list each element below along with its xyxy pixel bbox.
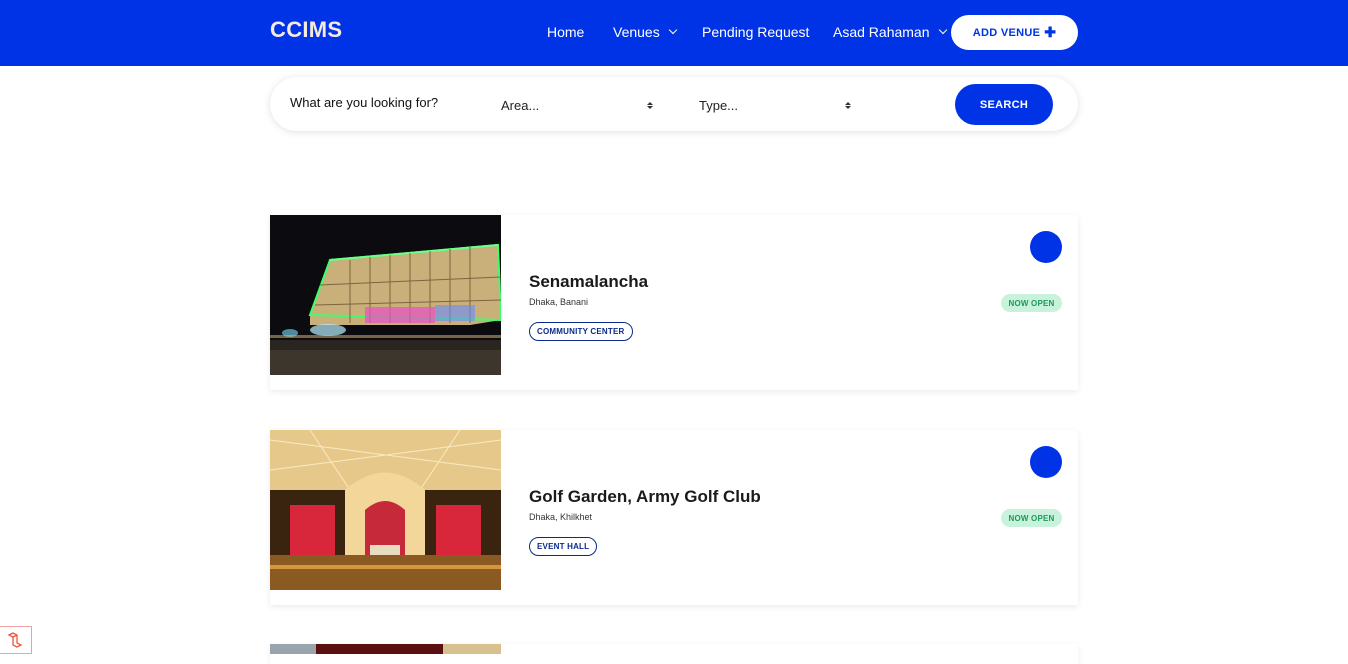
area-select[interactable]: Area... [501, 98, 653, 113]
status-badge: NOW OPEN [1001, 294, 1062, 312]
venue-location: Dhaka, Khilkhet [529, 512, 593, 522]
venue-title[interactable]: Golf Garden, Army Golf Club [529, 487, 761, 507]
brand-logo[interactable]: CCIMS [270, 17, 342, 43]
add-venue-label: ADD VENUE [972, 26, 1041, 39]
select-arrows-icon [647, 102, 653, 109]
venue-title[interactable]: Senamalancha [529, 272, 648, 292]
user-name-label: Asad Rahaman [833, 24, 930, 40]
favorite-button[interactable] [1030, 446, 1062, 478]
type-select[interactable]: Type... [699, 98, 851, 113]
nav-venues-label: Venues [613, 24, 660, 40]
top-navbar: CCIMS Home Venues Pending Request Asad R… [0, 0, 1348, 66]
search-bar: What are you looking for? Area... Type..… [270, 77, 1078, 131]
search-button[interactable]: SEARCH [955, 84, 1053, 125]
favorite-button[interactable] [1030, 231, 1062, 263]
venue-type-badge: COMMUNITY CENTER [529, 322, 633, 341]
select-arrows-icon [845, 102, 851, 109]
area-select-value: Area... [501, 98, 540, 113]
venue-location: Dhaka, Banani [529, 297, 589, 307]
venue-type-badge: EVENT HALL [529, 537, 598, 556]
nav-home-label: Home [547, 24, 585, 40]
venue-card[interactable]: Senamalancha Dhaka, Banani COMMUNITY CEN… [270, 215, 1078, 390]
chevron-down-icon [938, 25, 947, 35]
nav-home[interactable]: Home [547, 24, 584, 40]
venue-image[interactable] [270, 430, 501, 590]
nav-pending-label: Pending Request [702, 24, 810, 40]
status-badge: NOW OPEN [1001, 509, 1062, 527]
type-select-value: Type... [699, 98, 739, 113]
nav-user-dropdown[interactable]: Asad Rahaman [833, 24, 947, 40]
venue-card[interactable]: Golf Garden, Army Golf Club Dhaka, Khilk… [270, 430, 1078, 605]
venue-card[interactable] [270, 644, 1078, 664]
nav-venues-dropdown[interactable]: Venues [613, 24, 677, 40]
plus-icon: ✚ [1044, 23, 1057, 40]
venue-image[interactable] [270, 215, 501, 375]
chevron-down-icon [668, 25, 677, 35]
nav-pending-request[interactable]: Pending Request [702, 24, 809, 40]
search-input[interactable]: What are you looking for? [290, 95, 438, 110]
add-venue-button[interactable]: ADD VENUE ✚ [951, 15, 1078, 50]
laravel-icon[interactable] [0, 626, 32, 654]
venue-image[interactable] [270, 644, 501, 654]
